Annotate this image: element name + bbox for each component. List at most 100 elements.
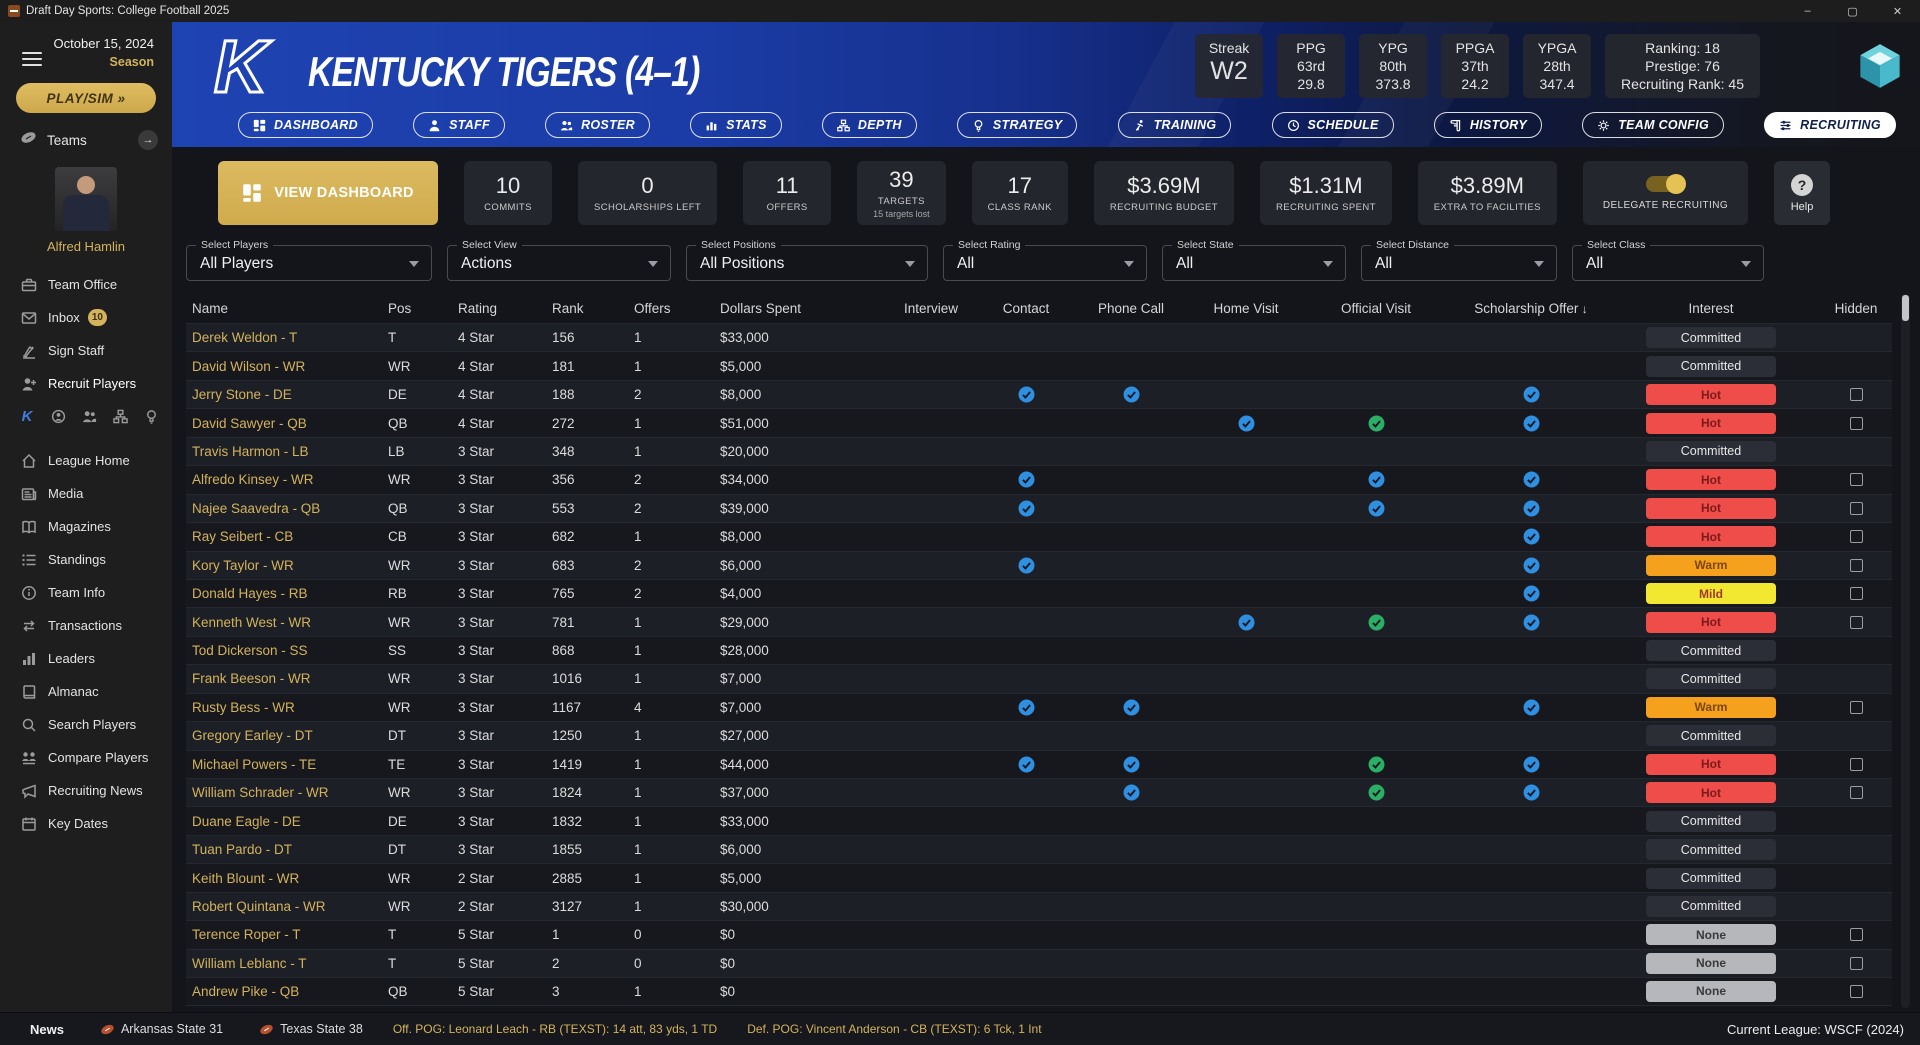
hamburger-menu-icon[interactable] (22, 48, 42, 70)
hidden-checkbox[interactable] (1850, 502, 1863, 515)
column-header-rank[interactable]: Rank (546, 301, 628, 316)
score-item-1[interactable]: Arkansas State 31 (100, 1022, 223, 1037)
recruit-name[interactable]: Donald Hayes - RB (186, 586, 382, 601)
scrollbar-thumb[interactable] (1902, 295, 1909, 321)
column-header-interest[interactable]: Interest (1616, 301, 1806, 316)
recruit-name[interactable]: Tuan Pardo - DT (186, 842, 382, 857)
tab-recruiting[interactable]: RECRUITING (1764, 112, 1896, 138)
sidebar-item-recruit-players[interactable]: Recruit Players (0, 367, 172, 400)
column-header-offers[interactable]: Offers (628, 301, 714, 316)
column-header-dollars-spent[interactable]: Dollars Spent (714, 301, 886, 316)
sitemap-icon[interactable] (111, 407, 129, 425)
minimize-button[interactable]: – (1785, 0, 1830, 22)
recruit-name[interactable]: William Leblanc - T (186, 956, 382, 971)
tab-training[interactable]: TRAINING (1118, 112, 1232, 138)
sidebar-item-sign-staff[interactable]: Sign Staff (0, 334, 172, 367)
sidebar-item-team-office[interactable]: Team Office (0, 268, 172, 301)
hidden-checkbox[interactable] (1850, 388, 1863, 401)
column-header-name[interactable]: Name (186, 301, 382, 316)
teams-expand-button[interactable]: → (138, 130, 158, 150)
filter-select-class[interactable]: Select Class All (1572, 245, 1764, 281)
play-sim-button[interactable]: PLAY/SIM » (16, 83, 156, 113)
recruit-name[interactable]: Andrew Pike - QB (186, 984, 382, 999)
filter-select-positions[interactable]: Select Positions All Positions (686, 245, 928, 281)
column-header-rating[interactable]: Rating (452, 301, 546, 316)
recruit-name[interactable]: Derek Weldon - T (186, 330, 382, 345)
view-dashboard-button[interactable]: VIEW DASHBOARD (218, 161, 438, 225)
column-header-contact[interactable]: Contact (976, 301, 1076, 316)
column-header-official-visit[interactable]: Official Visit (1306, 301, 1446, 316)
tab-team-config[interactable]: TEAM CONFIG (1582, 112, 1724, 138)
sidebar-item-compare-players[interactable]: Compare Players (0, 741, 172, 774)
recruit-name[interactable]: David Sawyer - QB (186, 416, 382, 431)
sidebar-item-media[interactable]: Media (0, 477, 172, 510)
recruit-name[interactable]: Michael Powers - TE (186, 757, 382, 772)
sidebar-item-league-home[interactable]: League Home (0, 444, 172, 477)
hidden-checkbox[interactable] (1850, 417, 1863, 430)
recruit-name[interactable]: Kory Taylor - WR (186, 558, 382, 573)
delegate-recruiting-toggle-card[interactable]: DELEGATE RECRUITING (1583, 161, 1748, 225)
tab-depth[interactable]: DEPTH (822, 112, 917, 138)
recruit-name[interactable]: Robert Quintana - WR (186, 899, 382, 914)
sidebar-item-recruiting-news[interactable]: Recruiting News (0, 774, 172, 807)
column-header-interview[interactable]: Interview (886, 301, 976, 316)
hidden-checkbox[interactable] (1850, 786, 1863, 799)
hidden-checkbox[interactable] (1850, 985, 1863, 998)
column-header-home-visit[interactable]: Home Visit (1186, 301, 1306, 316)
sidebar-item-key-dates[interactable]: Key Dates (0, 807, 172, 840)
close-button[interactable]: ✕ (1875, 0, 1920, 22)
recruit-name[interactable]: Jerry Stone - DE (186, 387, 382, 402)
delegate-toggle[interactable] (1646, 176, 1684, 192)
maximize-button[interactable]: ▢ (1830, 0, 1875, 22)
recruit-name[interactable]: Kenneth West - WR (186, 615, 382, 630)
sidebar-item-standings[interactable]: Standings (0, 543, 172, 576)
sidebar-item-almanac[interactable]: Almanac (0, 675, 172, 708)
teams-row[interactable]: Teams → (20, 129, 158, 151)
recruit-name[interactable]: David Wilson - WR (186, 359, 382, 374)
hidden-checkbox[interactable] (1850, 957, 1863, 970)
recruit-name[interactable]: Najee Saavedra - QB (186, 501, 382, 516)
sidebar-item-search-players[interactable]: Search Players (0, 708, 172, 741)
hidden-checkbox[interactable] (1850, 587, 1863, 600)
recruit-name[interactable]: William Schrader - WR (186, 785, 382, 800)
sidebar-item-team-info[interactable]: Team Info (0, 576, 172, 609)
filter-select-view[interactable]: Select View Actions (447, 245, 671, 281)
column-header-scholarship-offer[interactable]: Scholarship Offer ↓ (1446, 301, 1616, 316)
recruit-name[interactable]: Terence Roper - T (186, 927, 382, 942)
recruit-name[interactable]: Ray Seibert - CB (186, 529, 382, 544)
column-header-phone-call[interactable]: Phone Call (1076, 301, 1186, 316)
recruit-name[interactable]: Alfredo Kinsey - WR (186, 472, 382, 487)
hidden-checkbox[interactable] (1850, 530, 1863, 543)
filter-select-players[interactable]: Select Players All Players (186, 245, 432, 281)
filter-select-distance[interactable]: Select Distance All (1361, 245, 1557, 281)
tab-history[interactable]: HISTORY (1434, 112, 1542, 138)
sidebar-item-transactions[interactable]: Transactions (0, 609, 172, 642)
sidebar-item-inbox[interactable]: Inbox 10 (0, 301, 172, 334)
table-scrollbar[interactable] (1901, 294, 1910, 1008)
score-item-2[interactable]: Texas State 38 (259, 1022, 363, 1037)
hidden-checkbox[interactable] (1850, 701, 1863, 714)
hidden-checkbox[interactable] (1850, 928, 1863, 941)
recruit-name[interactable]: Duane Eagle - DE (186, 814, 382, 829)
k-logo-icon[interactable]: K (18, 407, 36, 425)
help-button[interactable]: ? Help (1774, 161, 1830, 225)
filter-select-state[interactable]: Select State All (1162, 245, 1346, 281)
recruit-name[interactable]: Travis Harmon - LB (186, 444, 382, 459)
recruit-name[interactable]: Rusty Bess - WR (186, 700, 382, 715)
tab-schedule[interactable]: SCHEDULE (1272, 112, 1394, 138)
hidden-checkbox[interactable] (1850, 758, 1863, 771)
recruit-name[interactable]: Frank Beeson - WR (186, 671, 382, 686)
sidebar-item-magazines[interactable]: Magazines (0, 510, 172, 543)
tab-strategy[interactable]: STRATEGY (957, 112, 1078, 138)
tab-stats[interactable]: STATS (690, 112, 782, 138)
people-icon[interactable] (80, 407, 98, 425)
column-header-pos[interactable]: Pos (382, 301, 452, 316)
recruit-name[interactable]: Gregory Earley - DT (186, 728, 382, 743)
sidebar-item-leaders[interactable]: Leaders (0, 642, 172, 675)
recruit-name[interactable]: Keith Blount - WR (186, 871, 382, 886)
hidden-checkbox[interactable] (1850, 473, 1863, 486)
person-circle-icon[interactable] (49, 407, 67, 425)
hidden-checkbox[interactable] (1850, 559, 1863, 572)
recruit-name[interactable]: Tod Dickerson - SS (186, 643, 382, 658)
bulb-icon[interactable] (142, 407, 160, 425)
